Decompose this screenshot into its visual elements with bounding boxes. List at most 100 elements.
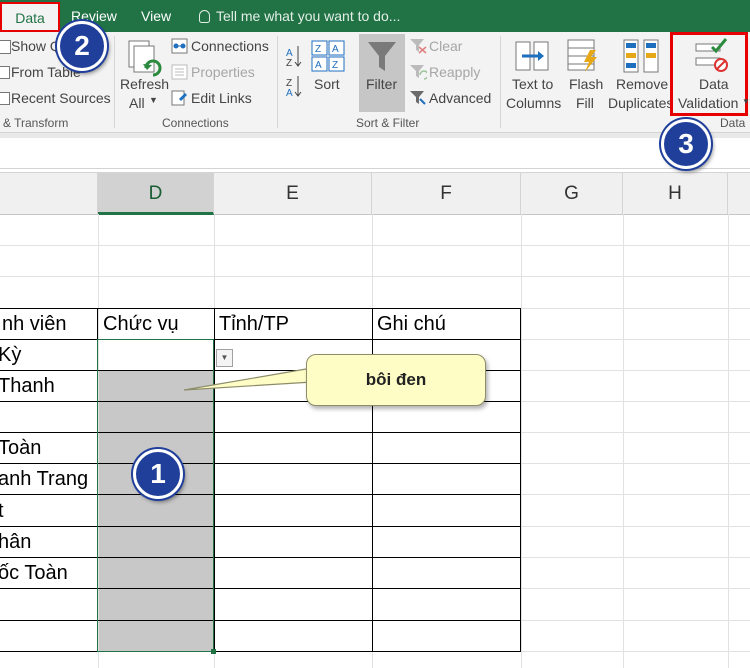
grid-line — [623, 214, 624, 668]
table-border — [0, 557, 521, 558]
grid-line — [0, 276, 750, 277]
column-header-h[interactable]: H — [623, 173, 728, 214]
grid-line — [521, 214, 522, 668]
clear-filter-icon — [410, 39, 427, 54]
svg-text:Z: Z — [315, 44, 321, 55]
refresh-all-label-2[interactable]: All — [129, 95, 145, 111]
formula-bar[interactable] — [0, 138, 750, 169]
table-border — [0, 463, 521, 464]
flash-fill-label-1[interactable]: Flash — [569, 76, 603, 92]
sort-icon: Z A A Z — [311, 40, 345, 72]
refresh-all-icon — [128, 40, 162, 77]
reapply-icon — [410, 65, 427, 80]
ribbon-tab-bar: Data Review View Tell me what you want t… — [0, 0, 750, 32]
column-header-c[interactable] — [0, 173, 98, 214]
table-border — [0, 651, 521, 652]
properties-icon — [171, 64, 188, 80]
group-separator — [500, 36, 501, 128]
grid-line — [521, 557, 750, 558]
grid-line — [521, 620, 750, 621]
step-badge-2: 2 — [57, 21, 107, 71]
edit-links-icon — [171, 90, 187, 106]
data-validation-label-2[interactable]: Validation — [678, 95, 738, 111]
sort-az-icons: A Z Z A — [286, 46, 302, 99]
lightbulb-icon — [199, 10, 210, 23]
grid-line — [521, 494, 750, 495]
svg-text:Z: Z — [286, 58, 292, 69]
text-to-columns-label-1[interactable]: Text to — [512, 76, 553, 92]
filter-label: Filter — [366, 76, 398, 92]
properties-button[interactable]: Properties — [191, 64, 255, 80]
column-header-e[interactable]: E — [214, 173, 372, 214]
from-table-icon — [0, 66, 10, 79]
flash-fill-label-2[interactable]: Fill — [576, 95, 594, 111]
clear-button[interactable]: Clear — [429, 38, 462, 54]
group-separator — [114, 36, 115, 128]
flash-fill-icon — [567, 39, 597, 72]
table-border — [0, 339, 521, 340]
table-border — [0, 526, 521, 527]
svg-text:Z: Z — [332, 60, 338, 71]
filter-funnel-icon — [368, 42, 396, 71]
connections-button[interactable]: Connections — [191, 38, 269, 54]
grid-line — [521, 339, 750, 340]
header-cell-note: Ghi chú — [377, 313, 446, 335]
data-tools-group-label: Data — [720, 116, 746, 130]
show-queries-icon — [0, 40, 11, 54]
grid-line — [521, 526, 750, 527]
refresh-all-label-1[interactable]: Refresh — [120, 76, 169, 92]
get-transform-group-label: & Transform — [3, 116, 69, 130]
data-validation-label-1[interactable]: Data — [699, 76, 729, 92]
grid-line — [521, 401, 750, 402]
tell-me-search[interactable]: Tell me what you want to do... — [199, 0, 400, 32]
name-cell: t — [0, 500, 4, 522]
name-cell: ốc Toàn — [0, 562, 68, 584]
grid-line — [521, 463, 750, 464]
tab-data[interactable]: Data — [0, 2, 60, 32]
tell-me-text: Tell me what you want to do... — [216, 8, 401, 24]
grid-line — [521, 651, 750, 652]
sort-button[interactable]: Sort — [314, 76, 340, 92]
column-header-row: D E F G H — [0, 172, 750, 215]
connections-icon — [171, 38, 188, 54]
table-border — [520, 308, 521, 652]
step-badge-3: 3 — [661, 119, 711, 169]
remove-duplicates-icon — [623, 39, 659, 73]
fill-handle[interactable] — [211, 649, 216, 654]
callout-pointer — [183, 367, 313, 391]
grid-line — [521, 370, 750, 371]
grid-line — [728, 214, 729, 668]
grid-line — [521, 432, 750, 433]
advanced-button[interactable]: Advanced — [429, 90, 491, 106]
svg-text:A: A — [286, 88, 293, 99]
table-border — [0, 432, 521, 433]
step-badge-1: 1 — [133, 449, 183, 499]
recent-sources-button[interactable]: Recent Sources — [11, 90, 111, 106]
name-cell: hân — [0, 531, 32, 553]
svg-text:A: A — [332, 44, 339, 55]
highlight-callout: bôi đen — [306, 354, 486, 406]
table-border — [0, 308, 521, 309]
tab-view[interactable]: View — [141, 0, 171, 32]
name-cell: Kỳ — [0, 344, 22, 366]
reapply-button[interactable]: Reapply — [429, 64, 480, 80]
column-header-d[interactable]: D — [98, 173, 214, 215]
table-border — [0, 494, 521, 495]
show-queries-button[interactable]: Show Q — [11, 38, 61, 54]
connections-group-label: Connections — [162, 116, 229, 130]
sort-filter-group-label: Sort & Filter — [356, 116, 420, 130]
grid-line — [0, 245, 750, 246]
advanced-filter-icon — [410, 91, 426, 105]
header-cell-position: Chức vụ — [103, 313, 179, 335]
remove-duplicates-label-1[interactable]: Remove — [616, 76, 668, 92]
header-cell-province: Tỉnh/TP — [219, 313, 290, 335]
column-header-f[interactable]: F — [372, 173, 521, 214]
remove-duplicates-label-2[interactable]: Duplicates — [608, 95, 673, 111]
grid-line — [521, 308, 750, 309]
edit-links-button[interactable]: Edit Links — [191, 90, 252, 106]
column-header-g[interactable]: G — [521, 173, 623, 214]
grid-line — [521, 588, 750, 589]
recent-sources-icon — [0, 92, 10, 105]
text-to-columns-label-2[interactable]: Columns — [506, 95, 561, 111]
text-to-columns-icon — [515, 41, 549, 71]
